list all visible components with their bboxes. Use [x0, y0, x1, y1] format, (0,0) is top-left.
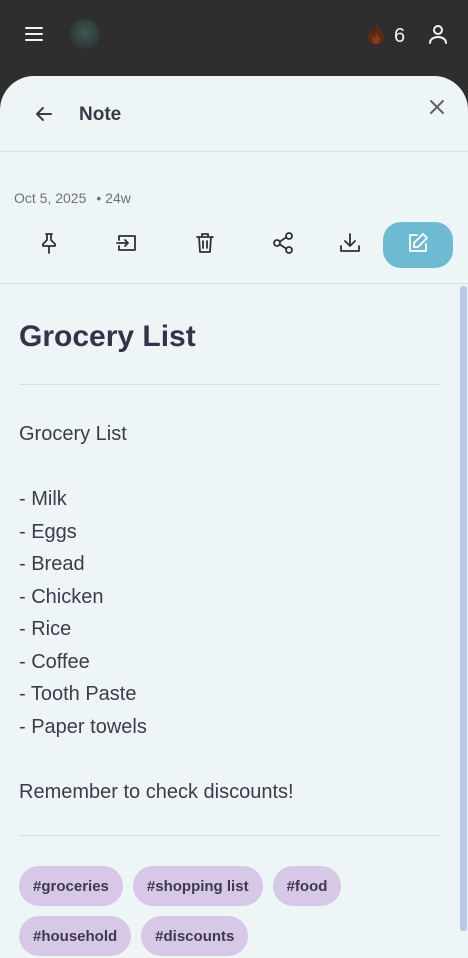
tags-divider: [19, 835, 441, 836]
streak-count: 6: [394, 25, 406, 47]
delete-button[interactable]: [170, 222, 240, 268]
pin-icon: [39, 232, 59, 259]
flame-icon: [366, 22, 386, 51]
menu-icon[interactable]: [20, 22, 48, 46]
note-toolbar: [0, 222, 468, 284]
share-icon: [272, 231, 294, 259]
edit-button[interactable]: [383, 222, 453, 268]
note-date: Oct 5, 2025: [14, 190, 87, 206]
pin-button[interactable]: [14, 222, 84, 268]
sheet-header: Note: [0, 76, 468, 152]
note-title: Grocery List: [19, 320, 196, 353]
share-button[interactable]: [248, 222, 318, 268]
trash-icon: [195, 232, 215, 259]
move-to-icon: [116, 233, 138, 258]
scrollbar-thumb[interactable]: [460, 286, 467, 931]
tag-chip[interactable]: #household: [19, 916, 132, 956]
note-meta: Oct 5, 2025 • 24w: [14, 190, 131, 206]
streak-counter[interactable]: 6: [366, 22, 405, 51]
back-arrow-icon[interactable]: [32, 102, 56, 126]
sheet-title: Note: [79, 104, 122, 125]
tag-list: #groceries #shopping list #food #household #…: [19, 866, 449, 956]
move-button[interactable]: [92, 222, 162, 268]
app-top-bar: 6: [0, 0, 468, 76]
tag-chip[interactable]: #food: [272, 866, 342, 906]
tag-chip[interactable]: #groceries: [19, 866, 123, 906]
note-body: Grocery List - Milk - Eggs - Bread - Chi…: [19, 423, 294, 803]
title-divider: [19, 384, 441, 385]
note-sheet: Note Oct 5, 2025 • 24w Grocery List Groc…: [0, 76, 468, 958]
note-age: • 24w: [96, 190, 131, 206]
download-button[interactable]: [315, 222, 385, 268]
app-logo: [70, 19, 100, 49]
note-content[interactable]: Grocery List Grocery List - Milk - Eggs …: [0, 283, 468, 958]
close-icon[interactable]: [426, 96, 448, 118]
edit-icon: [407, 232, 429, 259]
profile-icon[interactable]: [426, 22, 450, 46]
tag-chip[interactable]: #shopping list: [132, 866, 263, 906]
download-icon: [339, 232, 361, 259]
tag-chip[interactable]: #discounts: [141, 916, 249, 956]
